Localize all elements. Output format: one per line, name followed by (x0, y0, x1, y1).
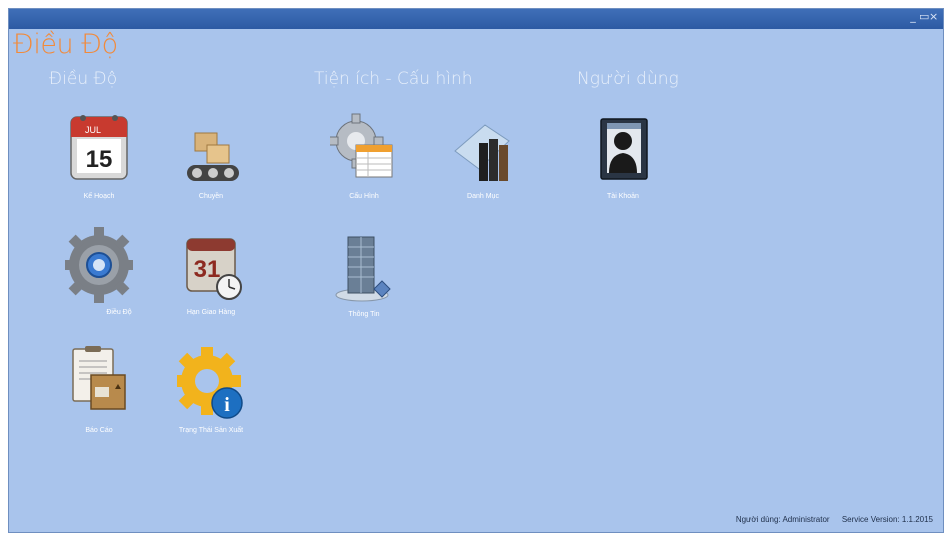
group-title-nguoi-dung: Người dùng (577, 69, 679, 89)
tile-label: Cấu Hình (349, 193, 379, 200)
main-window: _▭× Điều Độ Điều Độ Tiện ích - Cấu hình … (8, 8, 944, 533)
status-user: Người dùng: Administrator (735, 515, 830, 524)
svg-text:i: i (224, 394, 230, 416)
calendar-icon: JUL 15 (70, 115, 128, 180)
group-title-tien-ich: Tiện ích - Cấu hình (314, 69, 473, 89)
app-title: Điều Độ (13, 29, 118, 60)
report-icon (72, 346, 126, 410)
tile-chuyen[interactable]: Chuyền (163, 111, 259, 211)
building-info-icon (335, 236, 391, 302)
tile-bao-cao[interactable]: Báo Cáo (51, 345, 147, 445)
calendar-day: 15 (86, 146, 113, 173)
tile-dieu-do[interactable]: Điều Độ (51, 227, 147, 327)
tile-label: Điều Độ (106, 309, 132, 316)
tile-tai-khoan[interactable]: Tài Khoản (575, 111, 671, 211)
tile-label: Hạn Giao Hàng (186, 309, 236, 316)
tile-label: Kế Hoạch (83, 193, 115, 200)
deadline-calendar-icon: 31 (186, 238, 242, 300)
title-bar: _▭× (9, 9, 943, 29)
books-icon (454, 124, 510, 181)
status-bar: Người dùng: Administrator Service Versio… (726, 515, 933, 524)
maximize-button[interactable]: ▭ (919, 10, 929, 23)
tile-cau-hinh[interactable]: Cấu Hình (316, 111, 412, 211)
gear-icon (65, 227, 133, 303)
conveyor-icon (187, 132, 239, 181)
tile-ke-hoach[interactable]: JUL 15 Kế Hoạch (51, 111, 147, 211)
close-button[interactable]: × (929, 10, 939, 23)
tile-thong-tin[interactable]: Thông Tin (316, 229, 412, 329)
tile-label: Báo Cáo (85, 427, 113, 434)
user-account-icon (600, 118, 648, 180)
tile-danh-muc[interactable]: Danh Mục (435, 111, 531, 211)
status-version: Service Version: 1.1.2015 (841, 515, 933, 524)
tile-han-giao-hang[interactable]: 31 Hạn Giao Hàng (163, 227, 259, 327)
minimize-button[interactable]: _ (909, 10, 919, 23)
tile-label: Danh Mục (467, 193, 499, 200)
tile-label: Trạng Thái Sản Xuất (178, 427, 244, 434)
group-title-dieu-do: Điều Độ (49, 69, 118, 89)
tile-label: Chuyền (198, 193, 224, 200)
tile-trang-thai-san-xuat[interactable]: i Trạng Thái Sản Xuất (163, 345, 259, 445)
calendar-month: JUL (85, 125, 101, 135)
production-status-icon: i (177, 347, 243, 419)
window-controls: _▭× (909, 10, 939, 23)
settings-gear-icon (330, 113, 393, 178)
tile-label: Thông Tin (348, 311, 380, 318)
tile-label: Tài Khoản (607, 193, 639, 200)
deadline-day: 31 (194, 256, 221, 283)
